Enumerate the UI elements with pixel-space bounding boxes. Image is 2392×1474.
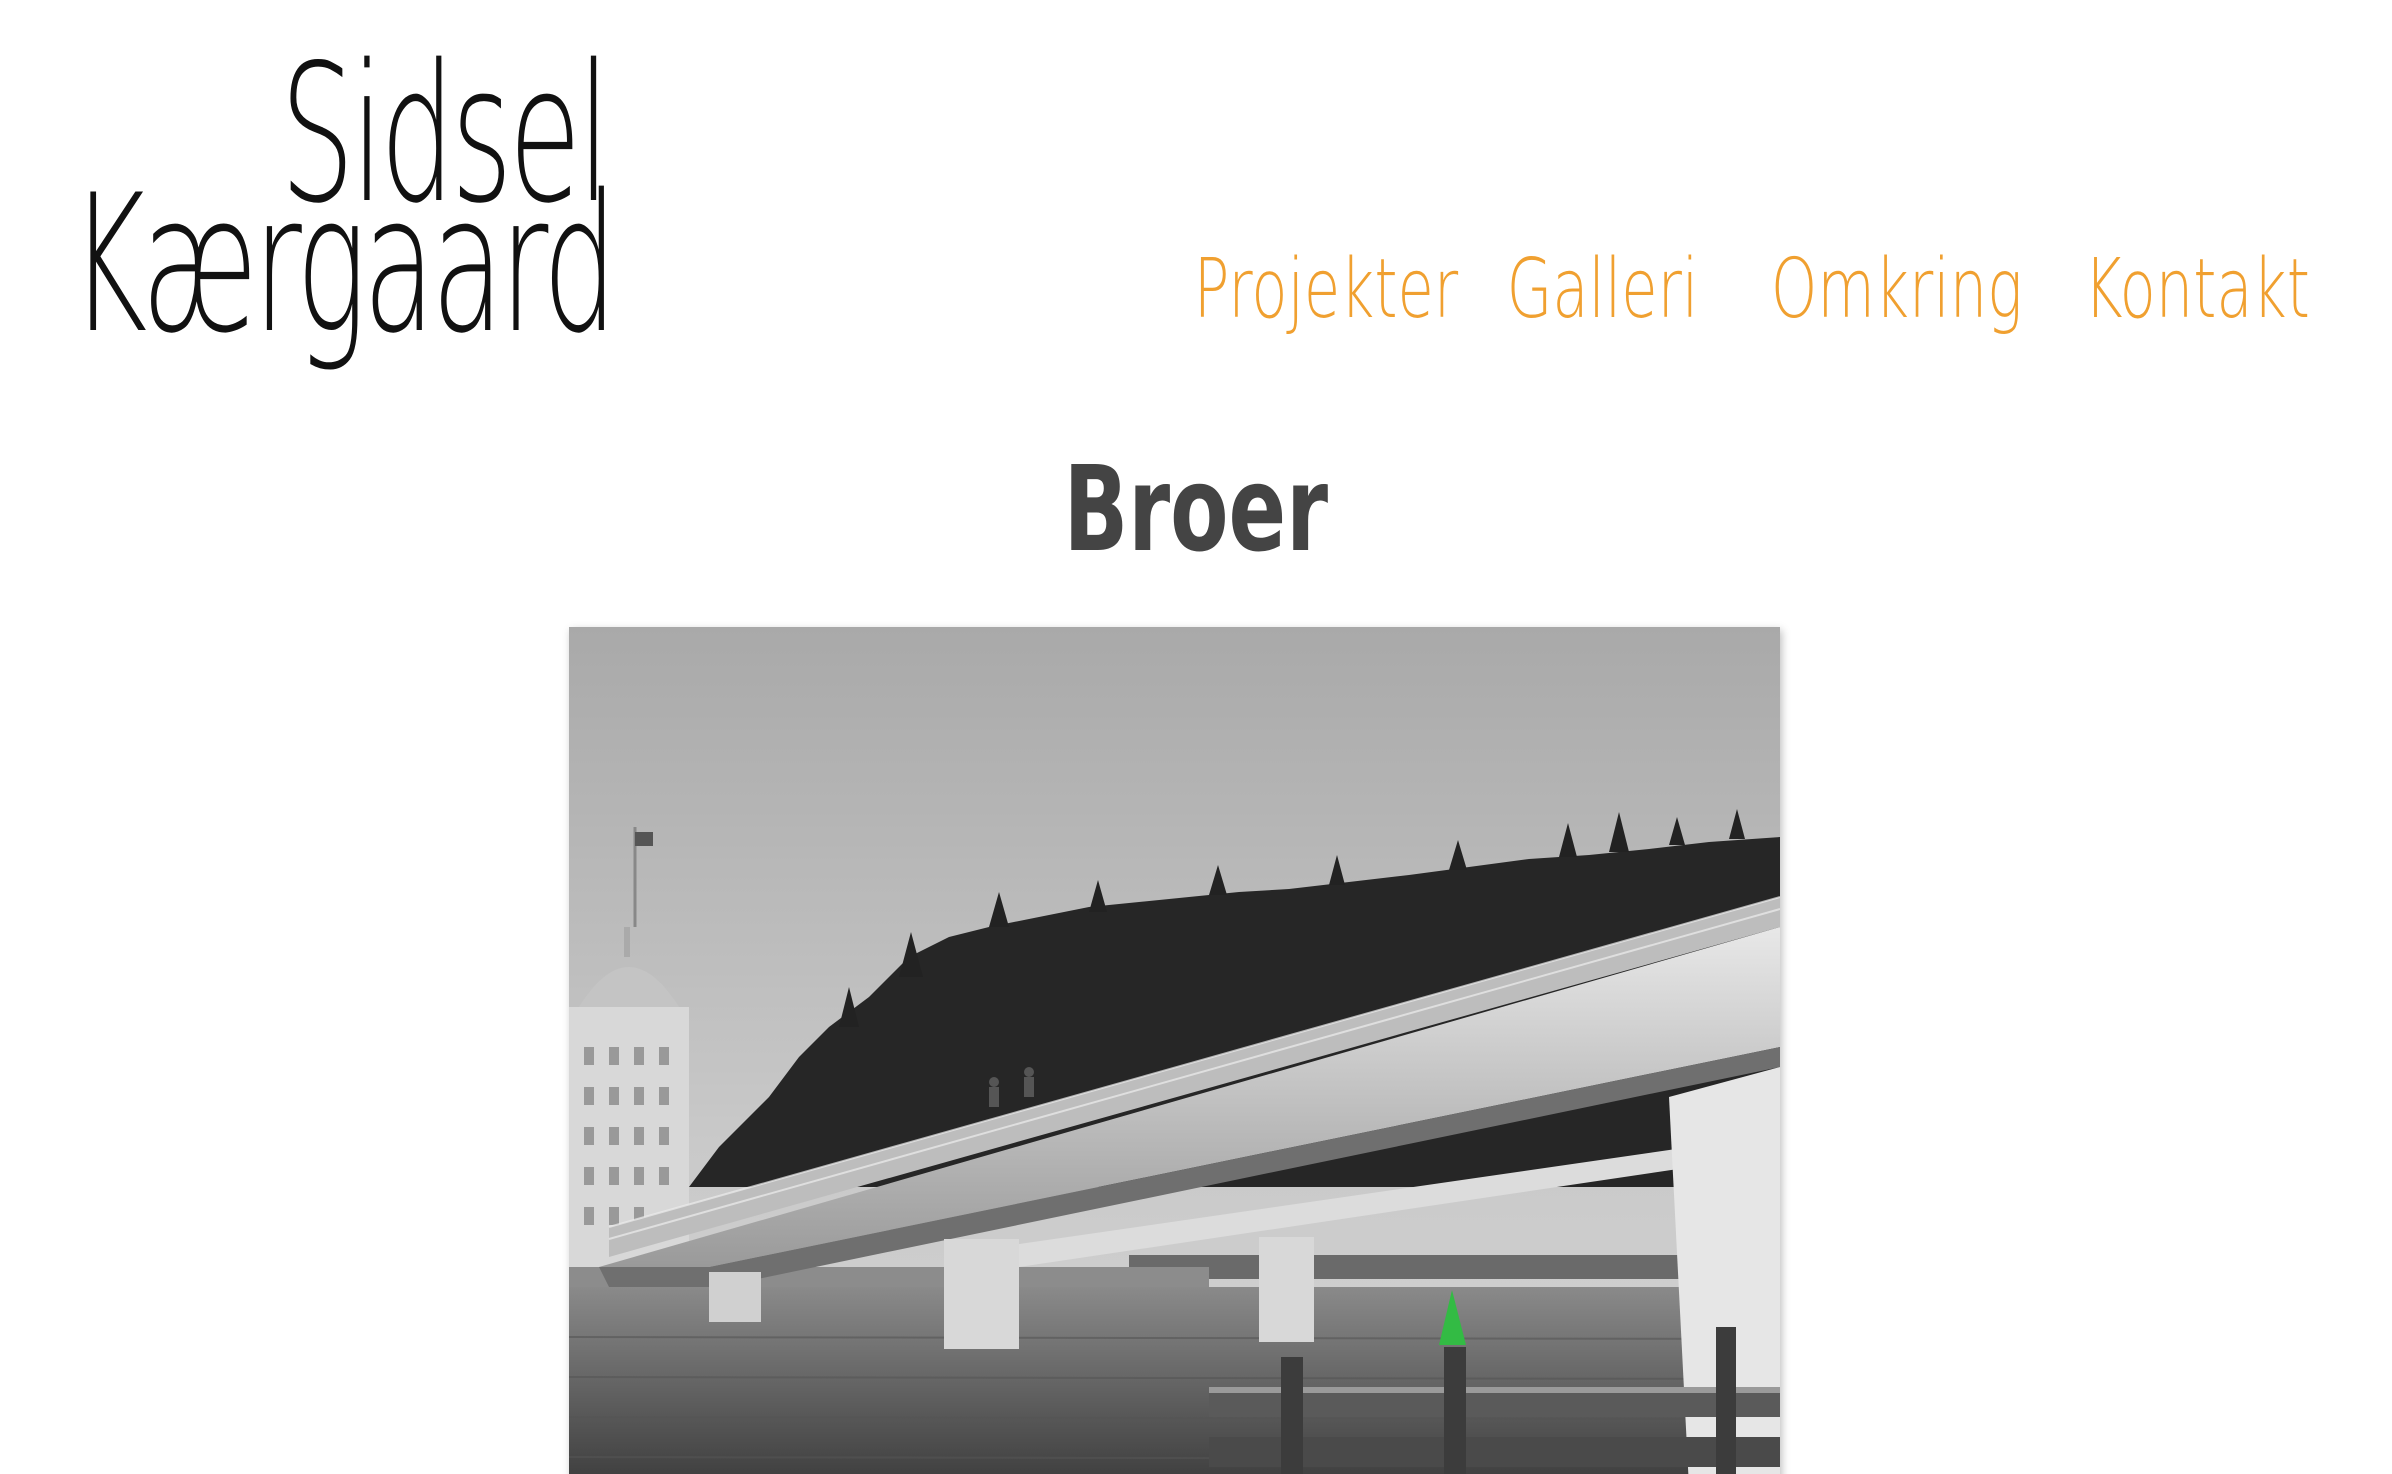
page-title-text: Broer xyxy=(1063,440,1329,578)
page: Sidsel Kærgaard Projekter Galleri Omkrin… xyxy=(0,0,2392,1474)
bridge-photo[interactable] xyxy=(569,627,1780,1474)
nav-item-kontakt[interactable]: Kontakt xyxy=(2084,242,2310,337)
nav-item-omkring[interactable]: Omkring xyxy=(1770,242,2022,337)
page-title: Broer xyxy=(0,450,2392,568)
nav-item-galleri[interactable]: Galleri xyxy=(1507,242,1699,337)
main-navigation: Projekter Galleri Omkring Kontakt xyxy=(1161,242,2310,337)
bridge-photo-illustration xyxy=(569,627,1780,1474)
logo-last-name: Kærgaard xyxy=(70,154,617,375)
nav-item-projekter[interactable]: Projekter xyxy=(1194,242,1458,337)
site-logo[interactable]: Sidsel Kærgaard xyxy=(0,0,700,380)
